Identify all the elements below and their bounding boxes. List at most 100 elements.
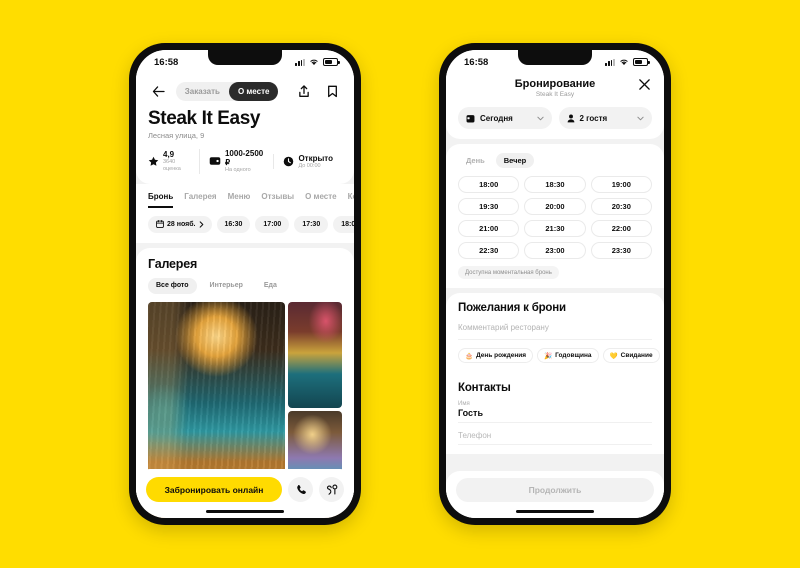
venue-header: Заказать О месте Steak It Easy Лесная ул… bbox=[136, 74, 354, 184]
time-slot[interactable]: 23:00 bbox=[524, 242, 586, 259]
time-slot[interactable]: 21:30 bbox=[524, 220, 586, 237]
segmented-control[interactable]: Заказать О месте bbox=[175, 81, 279, 101]
wishes-panel: Пожелания к брони Комментарий ресторану … bbox=[446, 293, 664, 372]
tab-gallery[interactable]: Галерея bbox=[184, 192, 216, 208]
gallery-heading: Галерея bbox=[148, 256, 198, 271]
close-icon[interactable] bbox=[638, 78, 652, 92]
name-field-value: Гость bbox=[458, 408, 483, 418]
wifi-icon-2 bbox=[619, 58, 629, 66]
heart-icon: 💛 bbox=[609, 352, 618, 360]
venue-facts: 4,9 3640 оценка 1000-2500 ₽ На одного От… bbox=[148, 148, 342, 174]
occasion-anniversary-label: Годовщина bbox=[555, 352, 592, 359]
segment-order[interactable]: Заказать bbox=[176, 82, 229, 101]
comment-input[interactable]: Комментарий ресторану bbox=[458, 314, 652, 340]
phone-booking-page: 16:58 Бронирование Steak It Easy Сегодня… bbox=[439, 43, 671, 525]
segment-about[interactable]: О месте bbox=[228, 81, 279, 101]
arrow-left-icon[interactable] bbox=[148, 81, 168, 101]
venue-address: Лесная улица, 9 bbox=[148, 130, 205, 140]
guests-selector-label: 2 гостя bbox=[579, 113, 608, 123]
price-value: 1000-2500 ₽ bbox=[224, 148, 264, 168]
chip-date[interactable]: 28 нояб. bbox=[148, 215, 212, 233]
wishes-heading: Пожелания к брони bbox=[458, 302, 566, 314]
open-status: Открыто bbox=[298, 153, 333, 163]
venue-tabs[interactable]: Бронь Галерея Меню Отзывы О месте Ко bbox=[136, 183, 354, 208]
rating-count: 3640 оценка bbox=[163, 159, 181, 173]
party-popper-icon: 🎉 bbox=[544, 352, 553, 360]
rating-value: 4,9 bbox=[163, 150, 175, 160]
time-slot[interactable]: 19:00 bbox=[590, 176, 652, 193]
occasion-chips[interactable]: 🎂 День рождения 🎉 Годовщина 💛 Свидание bbox=[458, 348, 660, 363]
instant-booking-badge: Доступна моментальная бронь bbox=[458, 266, 559, 279]
chip-time-1800[interactable]: 18:00 bbox=[333, 215, 354, 233]
time-slot[interactable]: 21:00 bbox=[458, 220, 520, 237]
chip-time-1700[interactable]: 17:00 bbox=[255, 215, 290, 233]
price-caption: На одного bbox=[224, 167, 251, 174]
gallery-filter-interior[interactable]: Интерьер bbox=[202, 278, 251, 294]
chip-time-1630[interactable]: 16:30 bbox=[216, 215, 251, 233]
route-icon[interactable] bbox=[319, 477, 344, 502]
time-slot-grid[interactable]: 18:00 18:30 19:00 19:30 20:00 20:30 21:0… bbox=[458, 176, 652, 259]
chevron-right-icon bbox=[199, 221, 204, 228]
chip-date-label: 28 нояб. bbox=[167, 220, 196, 228]
booking-selectors[interactable]: Сегодня 2 гостя bbox=[458, 107, 652, 129]
book-online-button[interactable]: Забронировать онлайн bbox=[146, 477, 282, 502]
home-indicator-phone1 bbox=[206, 509, 284, 513]
gallery-filter-all[interactable]: Все фото bbox=[148, 277, 197, 294]
tab-contacts[interactable]: Ко bbox=[348, 192, 354, 208]
continue-button[interactable]: Продолжить bbox=[456, 478, 654, 502]
occasion-date[interactable]: 💛 Свидание bbox=[602, 348, 660, 363]
time-slot[interactable]: 23:30 bbox=[590, 242, 652, 259]
guests-selector[interactable]: 2 гостя bbox=[558, 107, 652, 129]
time-slot[interactable]: 20:30 bbox=[590, 198, 652, 215]
daypart-toggle[interactable]: День Вечер bbox=[458, 153, 652, 168]
name-field[interactable]: Имя Гость bbox=[458, 394, 652, 423]
chip-time-1730[interactable]: 17:30 bbox=[294, 215, 329, 233]
phone-notch bbox=[208, 50, 282, 65]
booking-scroll-area: День Вечер 18:00 18:30 19:00 19:30 20:00… bbox=[446, 139, 664, 518]
daypart-day[interactable]: День bbox=[458, 153, 493, 168]
occasion-anniversary[interactable]: 🎉 Годовщина bbox=[537, 348, 599, 363]
calendar-icon bbox=[466, 114, 475, 123]
phone-icon[interactable] bbox=[288, 477, 313, 502]
occasion-birthday[interactable]: 🎂 День рождения bbox=[458, 348, 534, 363]
contacts-heading: Контакты bbox=[458, 382, 511, 394]
restaurant-lounge-photo[interactable] bbox=[288, 301, 342, 409]
time-slot[interactable]: 18:30 bbox=[524, 176, 586, 193]
battery-icon-2 bbox=[633, 58, 650, 66]
date-selector-label: Сегодня bbox=[480, 113, 513, 123]
booking-venue-name: Steak It Easy bbox=[535, 91, 575, 98]
status-time-2: 16:58 bbox=[464, 56, 489, 68]
time-slot[interactable]: 19:30 bbox=[458, 198, 520, 215]
phone-field-placeholder: Телефон bbox=[458, 431, 492, 440]
time-slot[interactable]: 20:00 bbox=[524, 198, 586, 215]
time-slot[interactable]: 18:00 bbox=[458, 176, 520, 193]
contacts-panel: Контакты Имя Гость Телефон bbox=[446, 372, 664, 454]
home-indicator-phone2 bbox=[516, 509, 594, 513]
page-title: Steak It Easy bbox=[148, 108, 261, 129]
chevron-down-icon bbox=[637, 116, 644, 121]
battery-icon bbox=[323, 58, 340, 66]
time-slot[interactable]: 22:30 bbox=[458, 242, 520, 259]
tab-about[interactable]: О месте bbox=[305, 192, 337, 208]
status-time: 16:58 bbox=[154, 56, 179, 68]
daypart-evening[interactable]: Вечер bbox=[495, 153, 535, 168]
time-slot[interactable]: 22:00 bbox=[590, 220, 652, 237]
bookmark-icon[interactable] bbox=[322, 81, 342, 101]
share-icon[interactable] bbox=[294, 81, 314, 101]
date-selector[interactable]: Сегодня bbox=[458, 107, 552, 129]
tab-menu[interactable]: Меню bbox=[228, 192, 251, 208]
booking-quick-chips[interactable]: 28 нояб. 16:30 17:00 17:30 18:00 bbox=[136, 207, 354, 243]
tab-reviews[interactable]: Отзывы bbox=[261, 192, 294, 208]
calendar-icon bbox=[156, 220, 164, 229]
star-icon bbox=[148, 156, 159, 167]
screenshot-stage: 16:58 Заказать О месте Steak It Easy Лес… bbox=[0, 0, 800, 568]
gallery-filter-food[interactable]: Еда bbox=[256, 278, 285, 294]
wallet-icon bbox=[209, 156, 221, 166]
open-until: До 00:00 bbox=[298, 162, 321, 169]
phone-venue-page: 16:58 Заказать О месте Steak It Easy Лес… bbox=[129, 43, 361, 525]
gallery-filters[interactable]: Все фото Интерьер Еда bbox=[148, 277, 342, 294]
signal-icon-2 bbox=[605, 58, 615, 66]
tab-bron[interactable]: Бронь bbox=[148, 192, 174, 208]
booking-header: Бронирование Steak It Easy Сегодня 2 гос… bbox=[446, 74, 664, 139]
phone-field[interactable]: Телефон bbox=[458, 423, 652, 445]
